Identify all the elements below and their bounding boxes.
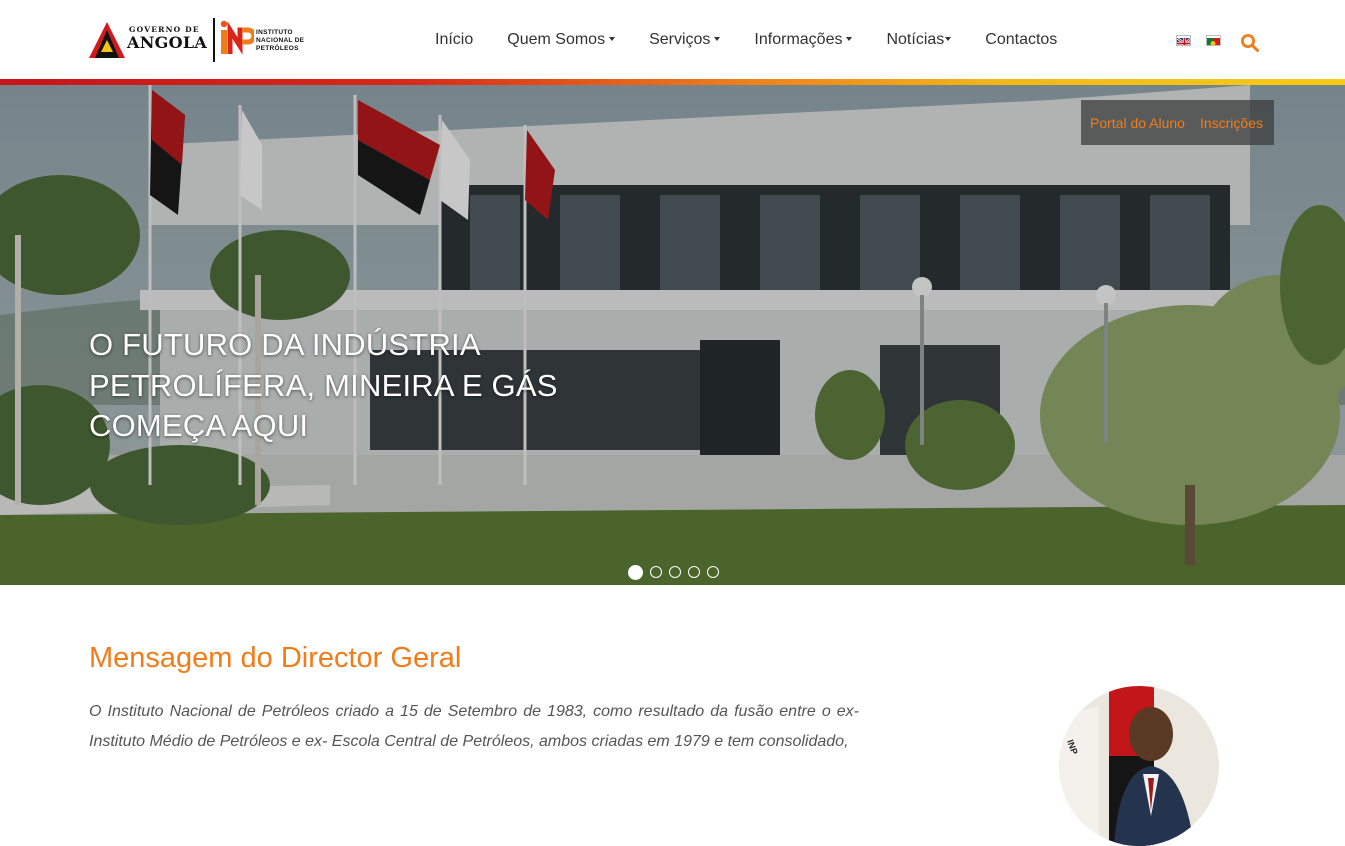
- nav-label: Informações: [754, 31, 843, 48]
- nav-item-contactos[interactable]: Contactos: [968, 0, 1074, 79]
- nav-label: Serviços: [649, 31, 711, 48]
- logo-inp-line: NACIONAL DE: [256, 37, 305, 44]
- portal-do-aluno-link[interactable]: Portal do Aluno: [1090, 115, 1185, 131]
- search-icon[interactable]: [1240, 33, 1260, 53]
- director-message-body: O Instituto Nacional de Petróleos criado…: [89, 703, 859, 750]
- site-header: GOVERNO DE ANGOLA INSTITUTO NACIONAL DE …: [0, 0, 1345, 79]
- en-flag-icon[interactable]: [1176, 35, 1191, 46]
- hero-headline-line: PETROLÍFERA, MINEIRA E GÁS: [89, 367, 558, 403]
- inp-logo-icon: [220, 20, 254, 55]
- site-logo[interactable]: GOVERNO DE ANGOLA INSTITUTO NACIONAL DE …: [89, 18, 314, 62]
- caret-down-icon: [846, 36, 853, 41]
- slider-dot-5[interactable]: [707, 566, 719, 578]
- portal-links-box: Portal do Aluno Inscrições: [1081, 100, 1274, 145]
- angola-emblem-icon: [89, 22, 125, 58]
- nav-item-noticias[interactable]: Notícias: [869, 0, 968, 79]
- nav-item-inicio[interactable]: Início: [418, 0, 490, 79]
- nav-item-informacoes[interactable]: Informações: [737, 0, 869, 79]
- nav-item-servicos[interactable]: Serviços: [632, 0, 737, 79]
- caret-down-icon: [714, 36, 721, 41]
- caret-down-icon: [945, 36, 952, 41]
- slider-dot-4[interactable]: [688, 566, 700, 578]
- hero-headline-line: O FUTURO DA INDÚSTRIA: [89, 327, 481, 362]
- logo-inp-text: INSTITUTO NACIONAL DE PETRÓLEOS: [256, 29, 304, 53]
- slider-dot-3[interactable]: [669, 566, 681, 578]
- hero-headline: O FUTURO DA INDÚSTRIA PETROLÍFERA, MINEI…: [89, 325, 609, 447]
- director-message-title: Mensagem do Director Geral: [89, 642, 462, 674]
- hero-slider: Portal do Aluno Inscrições O FUTURO DA I…: [0, 85, 1345, 585]
- main-nav: Início Quem Somos Serviços Informações N…: [418, 0, 1074, 79]
- pt-flag-icon[interactable]: [1206, 35, 1221, 46]
- slider-dot-1[interactable]: [628, 564, 643, 580]
- nav-label: Quem Somos: [507, 31, 606, 48]
- director-photo: INP: [1059, 686, 1219, 846]
- nav-item-quem-somos[interactable]: Quem Somos: [490, 0, 632, 79]
- inscricoes-link[interactable]: Inscrições: [1200, 115, 1263, 131]
- logo-inp-line: INSTITUTO: [256, 29, 293, 36]
- slider-pagination: [628, 564, 726, 580]
- slider-dot-2[interactable]: [650, 566, 662, 578]
- logo-inp-line: PETRÓLEOS: [256, 45, 299, 52]
- nav-label: Notícias: [886, 31, 945, 48]
- nav-label: Início: [435, 31, 474, 48]
- nav-label: Contactos: [985, 31, 1058, 48]
- caret-down-icon: [609, 36, 616, 41]
- hero-headline-line: COMEÇA AQUI: [89, 408, 309, 443]
- logo-gov-main: ANGOLA: [127, 33, 208, 52]
- logo-divider: [213, 18, 215, 62]
